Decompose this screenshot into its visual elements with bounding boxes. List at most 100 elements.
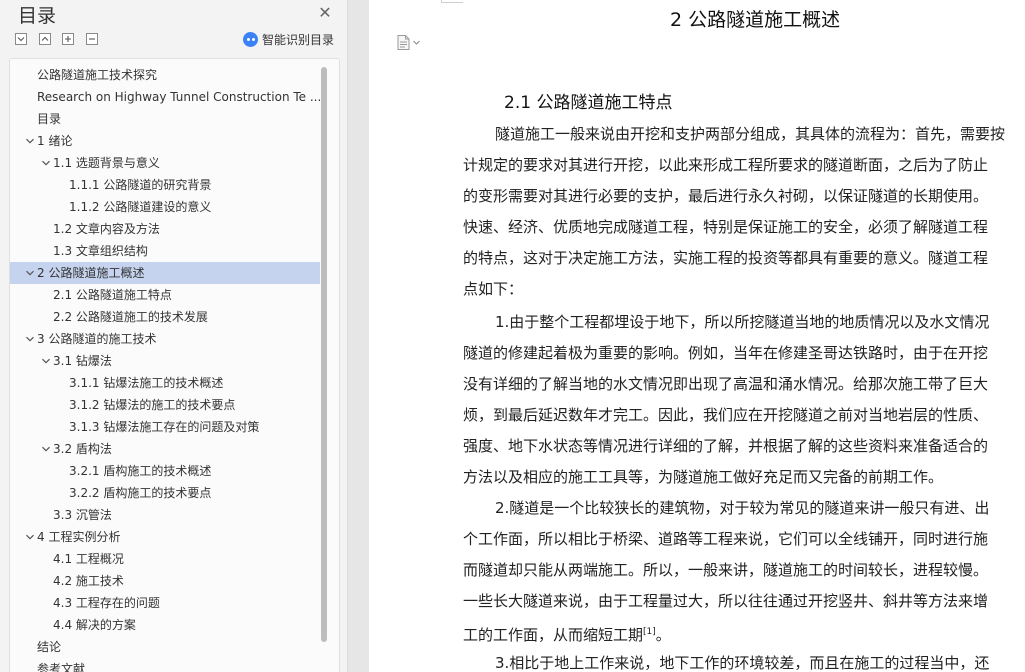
chevron-down-icon[interactable] <box>24 328 36 350</box>
smart-toc-button[interactable]: 智能识别目录 <box>243 31 334 48</box>
chevron-down-icon[interactable] <box>40 152 52 174</box>
toc-item-label: 2.2 公路隧道施工的技术发展 <box>53 310 208 324</box>
toc-item[interactable]: 3.2.1 盾构施工的技术概述 <box>10 460 320 482</box>
paragraph-line: 计规定的要求对其进行开挖，以此来形成工程所要求的隧道断面，之后为了防止 <box>463 155 988 175</box>
toc-item-label: 3.2 盾构法 <box>53 442 112 456</box>
toc-item[interactable]: 3.3 沉管法 <box>10 504 320 526</box>
line-text: 隧道施工一般来说由开挖和支护两部分组成，其具体的流程为：首先，需要按 <box>495 125 1006 143</box>
line-text: 工的工作面，从而缩短工期 <box>463 626 644 644</box>
minus-icon <box>89 38 95 40</box>
page-options-button[interactable] <box>397 35 420 50</box>
page-corner-mark <box>441 0 463 3</box>
plus-icon <box>65 36 71 42</box>
toc-list: 公路隧道施工技术探究 Research on Highway Tunnel Con… <box>10 64 320 672</box>
toc-item-label: 参考文献 <box>37 662 86 672</box>
paragraph-line: 烦，到最后延迟数年才完工。因此，我们应在开挖隧道之前对当地岩层的性质、 <box>463 405 988 425</box>
paragraph-line: 的特点，这对于决定施工方法，实施工程的投资等都具有重要的意义。隧道工程 <box>463 248 988 268</box>
toc-item[interactable]: 公路隧道施工技术探究 <box>10 64 320 86</box>
document-area: 2 公路隧道施工概述 2.1 公路隧道施工特点 隧道施工一般来说由开挖和支护两部… <box>349 0 1025 672</box>
toc-item[interactable]: 1.1.2 公路隧道建设的意义 <box>10 196 320 218</box>
toc-item[interactable]: 3.1.2 钻爆法的施工的技术要点 <box>10 394 320 416</box>
toc-item[interactable]: 4 工程实例分析 <box>10 526 320 548</box>
toc-item[interactable]: 2.2 公路隧道施工的技术发展 <box>10 306 320 328</box>
toc-item[interactable]: 1 绪论 <box>10 130 320 152</box>
line-text: 的特点，这对于决定施工方法，实施工程的投资等都具有重要的意义。隧道工程 <box>463 249 989 267</box>
toc-item[interactable]: 结论 <box>10 636 320 658</box>
toc-item[interactable]: 4.3 工程存在的问题 <box>10 592 320 614</box>
line-tail: 。 <box>655 626 671 644</box>
close-icon[interactable]: ✕ <box>316 4 334 22</box>
line-text: 快速、经济、优质地完成隧道工程，特别是保证施工的安全，必须了解隧道工程 <box>463 218 989 236</box>
chevron-down-icon[interactable] <box>24 262 36 284</box>
toc-item[interactable]: 目录 <box>10 108 320 130</box>
paragraph-line: 没有详细的了解当地的水文情况即出现了高温和涌水情况。给那次施工带了巨大 <box>463 374 988 394</box>
toc-item-label: 1.1.1 公路隧道的研究背景 <box>69 178 212 192</box>
paragraph-line: 2.隧道是一个比较狭长的建筑物，对于较为常见的隧道来讲一般只有进、出 <box>495 498 989 518</box>
toc-item[interactable]: 3.1 钻爆法 <box>10 350 320 372</box>
toc-item-label: 3.1 钻爆法 <box>53 354 112 368</box>
toc-item-label: 4.2 施工技术 <box>53 574 124 588</box>
smart-toc-label: 智能识别目录 <box>262 33 335 47</box>
line-text: 的变形需要对其进行必要的支护，最后进行永久衬砌，以保证隧道的长期使用。 <box>463 187 989 205</box>
section-heading: 2.1 公路隧道施工特点 <box>504 93 673 113</box>
toc-item-label: 4.4 解决的方案 <box>53 618 136 632</box>
paragraph-line: 点如下： <box>463 279 523 299</box>
toc-item[interactable]: 3.1.3 钻爆法施工存在的问题及对策 <box>10 416 320 438</box>
toc-scrollbar[interactable] <box>321 67 327 642</box>
expand-all-button[interactable] <box>15 33 27 45</box>
paragraph-line: 个工作面，所以相比于桥梁、道路等工程来说，它们可以全线铺开，同时进行施 <box>463 529 988 549</box>
toc-panel: 公路隧道施工技术探究 Research on Highway Tunnel Con… <box>9 58 340 672</box>
toc-item-label: 3.3 沉管法 <box>53 508 112 522</box>
toc-item[interactable]: 3 公路隧道的施工技术 <box>10 328 320 350</box>
toc-item-label: 3.2.2 盾构施工的技术要点 <box>69 486 212 500</box>
toc-item[interactable]: 4.4 解决的方案 <box>10 614 320 636</box>
toc-item-label: 4.1 工程概况 <box>53 552 124 566</box>
toc-item-label: 3.1.2 钻爆法的施工的技术要点 <box>69 398 236 412</box>
toc-item[interactable]: 3.2.2 盾构施工的技术要点 <box>10 482 320 504</box>
line-text: 强度、地下水状态等情况进行详细的了解，并根据了解的这些资料来准备适合的 <box>463 437 989 455</box>
chevron-down-icon[interactable] <box>40 350 52 372</box>
paragraph-line: 快速、经济、优质地完成隧道工程，特别是保证施工的安全，必须了解隧道工程 <box>463 217 988 237</box>
line-text: 一些长大隧道来说，由于工程量过大，所以往往通过开挖竖井、斜井等方法来增 <box>463 592 989 610</box>
paragraph-line: 而隧道却只能从两端施工。所以，一般来讲，隧道施工的时间较长，进程较慢。 <box>463 560 988 580</box>
toc-item-label: 3 公路隧道的施工技术 <box>37 332 157 346</box>
toc-item[interactable]: 4.1 工程概况 <box>10 548 320 570</box>
line-text: 个工作面，所以相比于桥梁、道路等工程来说，它们可以全线铺开，同时进行施 <box>463 530 989 548</box>
toc-item-label: 1.3 文章组织结构 <box>53 244 148 258</box>
toc-item-label: Research on Highway Tunnel Construction … <box>37 90 320 104</box>
collapse-all-button[interactable] <box>39 33 51 45</box>
nav-title: 目录 <box>18 5 57 27</box>
toc-item-label: 3.1.1 钻爆法施工的技术概述 <box>69 376 224 390</box>
chevron-up-icon <box>41 36 49 41</box>
paragraph-line: 方法以及相应的施工工具等，为隧道施工做好充足而又完备的前期工作。 <box>463 467 943 487</box>
toc-item[interactable]: 3.2 盾构法 <box>10 438 320 460</box>
toc-item[interactable]: 3.1.1 钻爆法施工的技术概述 <box>10 372 320 394</box>
toc-item[interactable]: 2.1 公路隧道施工特点 <box>10 284 320 306</box>
toc-item[interactable]: 参考文献 <box>10 658 320 672</box>
toc-item[interactable]: 1.1 选题背景与意义 <box>10 152 320 174</box>
toc-item[interactable]: 2 公路隧道施工概述 <box>10 262 320 284</box>
navigation-pane: 目录 ✕ 智能识别目录 公路隧道施工技术探究 Research on Highwa… <box>0 0 348 672</box>
line-text: 点如下： <box>463 280 524 298</box>
toc-item-label: 3.2.1 盾构施工的技术概述 <box>69 464 212 478</box>
caret-down-icon <box>413 40 420 45</box>
remove-entry-button[interactable] <box>86 33 98 45</box>
toc-item[interactable]: 1.2 文章内容及方法 <box>10 218 320 240</box>
toc-item-label: 4.3 工程存在的问题 <box>53 596 160 610</box>
add-entry-button[interactable] <box>62 33 74 45</box>
toc-item[interactable]: 4.2 施工技术 <box>10 570 320 592</box>
toc-item[interactable]: Research on Highway Tunnel Construction … <box>10 86 320 108</box>
line-text: 方法以及相应的施工工具等，为隧道施工做好充足而又完备的前期工作。 <box>463 468 944 486</box>
paragraph-line: 一些长大隧道来说，由于工程量过大，所以往往通过开挖竖井、斜井等方法来增 <box>463 591 988 611</box>
toc-item[interactable]: 1.1.1 公路隧道的研究背景 <box>10 174 320 196</box>
chevron-down-icon <box>17 37 25 42</box>
chevron-down-icon[interactable] <box>24 526 36 548</box>
toc-item[interactable]: 1.3 文章组织结构 <box>10 240 320 262</box>
toc-item-label: 结论 <box>37 640 62 654</box>
document-icon <box>397 35 410 50</box>
toc-item-label: 1.1.2 公路隧道建设的意义 <box>69 200 212 214</box>
citation-ref[interactable]: [1] <box>643 627 656 637</box>
chevron-down-icon[interactable] <box>40 438 52 460</box>
chevron-down-icon[interactable] <box>24 130 36 152</box>
toc-item-label: 3.1.3 钻爆法施工存在的问题及对策 <box>69 420 260 434</box>
